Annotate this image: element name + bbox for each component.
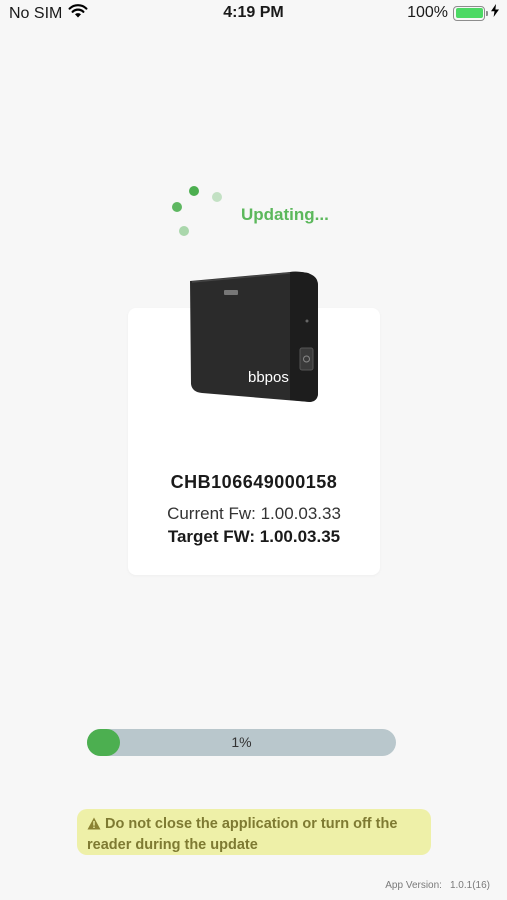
battery-percent: 100%: [407, 4, 448, 21]
progress-percent: 1%: [231, 734, 252, 750]
battery-icon: [453, 5, 485, 21]
update-warning-banner: Do not close the application or turn off…: [77, 809, 431, 855]
brand-logo: bbpos: [248, 369, 289, 386]
target-firmware: Target FW: 1.00.03.35: [167, 527, 341, 546]
warning-icon: [87, 817, 101, 836]
update-progress-bar: 1%: [87, 729, 396, 756]
app-version-label: App Version:: [385, 880, 442, 891]
current-firmware: Current Fw: 1.00.03.33: [167, 504, 341, 523]
status-bar: No SIM 4:19 PM 100%: [0, 0, 507, 30]
status-right: 100%: [407, 4, 499, 22]
reader-serial-number: CHB106649000158: [170, 472, 338, 492]
app-version: App Version: 1.0.1(16): [385, 880, 490, 891]
warning-text: Do not close the application or turn off…: [87, 816, 398, 853]
charging-bolt-icon: [491, 4, 499, 22]
updating-status-label: Updating...: [241, 205, 329, 224]
loading-spinner-icon: [168, 182, 228, 242]
app-version-value: 1.0.1(16): [449, 880, 490, 891]
battery-cap: [486, 10, 488, 16]
card-reader-image: bbpos: [186, 268, 322, 408]
